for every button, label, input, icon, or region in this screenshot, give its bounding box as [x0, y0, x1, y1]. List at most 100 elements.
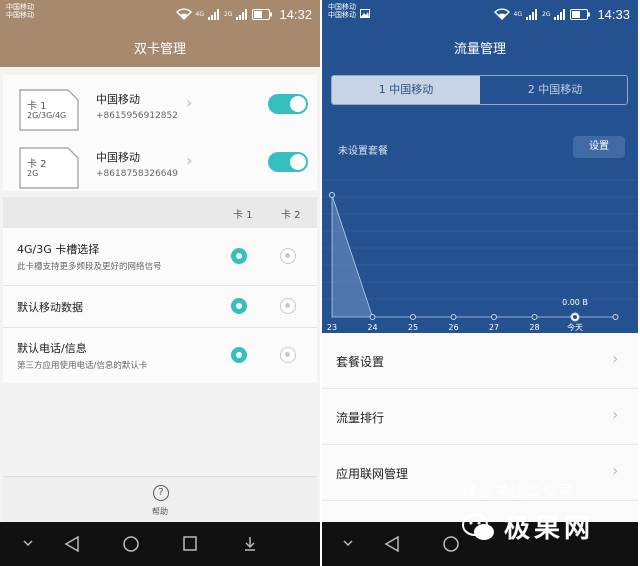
toggle-knob: [290, 96, 306, 112]
data-point[interactable]: [491, 314, 497, 320]
clock: 14:33: [597, 6, 630, 22]
system-nav-bar: [0, 522, 320, 566]
x-tick-label: 25: [408, 323, 418, 332]
option-title: 默认电话/信息: [17, 342, 87, 355]
carrier-line-1: 中国移动: [6, 3, 34, 11]
radio-card-2[interactable]: [280, 347, 296, 363]
sim-card-1[interactable]: 卡 1 2G/3G/4G 中国移动 +8615956912852 ›: [3, 75, 317, 133]
sim-number: +8618758326649: [96, 169, 178, 179]
sim-1-toggle[interactable]: [268, 94, 308, 114]
option-slot-selection[interactable]: 4G/3G 卡槽选择 此卡槽支持更多频段及更好的网络信号: [3, 227, 317, 285]
data-point[interactable]: [612, 314, 619, 320]
x-tick-label: 28: [529, 323, 539, 332]
column-card-1: 卡 1: [233, 210, 253, 221]
radio-card-2[interactable]: [280, 298, 296, 314]
tab-sim-1[interactable]: 1 中国移动: [332, 76, 480, 104]
home-icon[interactable]: [122, 535, 140, 553]
back-icon[interactable]: [64, 535, 80, 553]
carrier-line-2: 中国移动: [6, 11, 34, 19]
back-icon[interactable]: [384, 535, 400, 553]
chevron-right-icon: ›: [612, 461, 619, 480]
data-point[interactable]: [531, 314, 538, 320]
menu-item-label: 套餐设置: [336, 355, 385, 369]
option-subtitle: 第三方应用使用电话/信息的默认卡: [17, 361, 148, 371]
chevron-right-icon: ›: [186, 93, 193, 112]
network-type-2: 2G: [223, 10, 233, 18]
option-title: 4G/3G 卡槽选择: [17, 243, 100, 256]
network-type-1: 4G: [195, 10, 204, 18]
settings-button[interactable]: 设置: [573, 136, 625, 158]
radio-card-1[interactable]: [231, 347, 247, 363]
signal-icon: [207, 8, 219, 20]
radio-card-2[interactable]: [280, 248, 296, 264]
help-icon[interactable]: ?: [153, 485, 169, 501]
sim-name: 卡 2: [27, 159, 47, 170]
x-tick-label: 今天: [567, 322, 583, 332]
chevron-down-icon[interactable]: [22, 535, 34, 551]
image-icon: [360, 9, 370, 18]
radio-card-1[interactable]: [231, 298, 247, 314]
dual-sim-screen: 中国移动 中国移动 4G 2G 14:32 双卡管理 卡 1 2G/3G/4G …: [0, 0, 320, 566]
sim-carrier: 中国移动: [96, 93, 140, 106]
menu-item-label: 流量排行: [336, 411, 385, 425]
usage-chart: 23 24 25 26 27 28 0.00 B 今天: [322, 179, 638, 332]
sim-network: 2G/3G/4G: [27, 111, 67, 120]
page-title: 流量管理: [453, 42, 506, 57]
recents-icon[interactable]: [182, 535, 198, 553]
carrier-label: 中国移动 中国移动: [6, 3, 34, 19]
watermark-slogan: 微信关注公众号: [462, 482, 575, 500]
signal-icon: [554, 8, 566, 20]
data-point[interactable]: [369, 314, 376, 320]
sim-number: +8615956912852: [96, 111, 178, 121]
chevron-right-icon: ›: [186, 151, 193, 170]
data-point[interactable]: [329, 192, 335, 198]
tab-sim-2[interactable]: 2 中国移动: [481, 76, 627, 104]
plan-status: 未设置套餐: [338, 146, 388, 157]
radio-card-1[interactable]: [231, 248, 247, 264]
battery-icon: [570, 8, 591, 20]
sim-card-2[interactable]: 卡 2 2G 中国移动 +8618758326649 ›: [3, 133, 317, 191]
status-icons: 4G 2G 14:32: [175, 6, 312, 22]
sim-network: 2G: [27, 169, 39, 178]
usage-panel: 中国移动 中国移动 4G 2G 14:33 流量管理 1 中国移动 2 中国移动…: [322, 0, 638, 333]
sim-carrier: 中国移动: [96, 151, 140, 164]
x-tick-label: 27: [489, 323, 499, 332]
page-title: 双卡管理: [133, 42, 186, 57]
status-bar: 中国移动 中国移动 4G 2G 14:33: [322, 0, 638, 28]
chevron-right-icon: ›: [612, 349, 619, 368]
sim-name: 卡 1: [27, 101, 47, 112]
x-tick-label: 26: [448, 323, 458, 332]
data-point[interactable]: [450, 314, 457, 320]
sim-card-icon: 卡 1 2G/3G/4G: [19, 89, 79, 131]
network-type-2: 2G: [541, 10, 551, 18]
signal-icon: [525, 8, 537, 20]
option-default-data[interactable]: 默认移动数据: [3, 285, 317, 327]
help-label: 帮助: [152, 507, 168, 516]
status-bar: 中国移动 中国移动 4G 2G 14:32: [0, 0, 320, 28]
sim-2-toggle[interactable]: [268, 152, 308, 172]
data-point-center: [573, 315, 577, 319]
chevron-right-icon: ›: [612, 405, 619, 424]
clock: 14:32: [279, 6, 312, 22]
option-default-call[interactable]: 默认电话/信息 第三方应用使用电话/信息的默认卡: [3, 327, 317, 383]
watermark-brand: 极果网: [504, 514, 595, 544]
menu-item-label: 应用联网管理: [336, 467, 409, 481]
notification-pull-icon[interactable]: [242, 535, 258, 553]
data-point[interactable]: [410, 314, 416, 320]
toggle-knob: [290, 154, 306, 170]
carrier-label: 中国移动 中国移动: [328, 3, 356, 19]
menu-item-plan-settings[interactable]: 套餐设置 ›: [322, 333, 638, 389]
menu-item-usage-ranking[interactable]: 流量排行 ›: [322, 389, 638, 445]
wechat-logo-icon: [462, 514, 494, 540]
option-subtitle: 此卡槽支持更多频段及更好的网络信号: [17, 262, 162, 272]
sim-tabs: 1 中国移动 2 中国移动: [331, 75, 628, 105]
help-bar[interactable]: ? 帮助: [3, 476, 317, 522]
status-icons: 4G 2G 14:33: [493, 6, 630, 22]
x-tick-label: 23: [327, 323, 337, 332]
wifi-icon: [493, 8, 510, 20]
option-title: 默认移动数据: [17, 301, 83, 314]
wifi-icon: [175, 8, 192, 20]
chevron-down-icon[interactable]: [342, 535, 354, 551]
watermark: 微信关注公众号 极果网: [458, 480, 638, 550]
sim-card-icon: 卡 2 2G: [19, 147, 79, 189]
